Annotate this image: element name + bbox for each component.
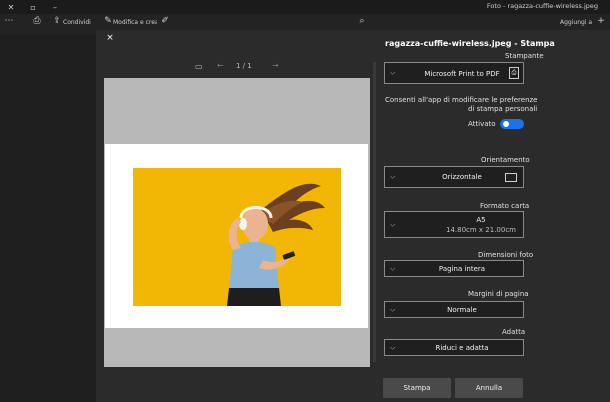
- add-to-label[interactable]: Aggiungi a: [560, 19, 592, 26]
- toggle-knob: [503, 121, 509, 127]
- zoom-icon[interactable]: ⌕: [355, 16, 369, 26]
- chevron-down-icon: ⌵: [390, 172, 396, 181]
- app-preferences-text-1: Consenti all'app di modificare le prefer…: [385, 96, 538, 104]
- paper-size-dimensions: 14.80cm x 21.00cm: [445, 226, 516, 234]
- fit-preview-icon[interactable]: ▭: [195, 62, 203, 71]
- preview-photo: [133, 168, 341, 306]
- photo-size-label: Dimensioni foto: [478, 251, 534, 259]
- printer-label: Stampante: [505, 52, 544, 60]
- photo-size-select[interactable]: ⌵ Pagina intera: [384, 260, 524, 277]
- restore-window-icon[interactable]: ▫: [22, 0, 44, 14]
- window-title: Foto - ragazza-cuffie-wireless.jpeg: [486, 2, 598, 10]
- edit-create-label[interactable]: Modifica e crea: [113, 19, 157, 26]
- minimize-window-icon[interactable]: –: [44, 0, 66, 14]
- preview-scrollbar[interactable]: [373, 62, 376, 362]
- more-options-icon[interactable]: ⋯: [2, 16, 16, 26]
- toggle-label: Attivato: [468, 120, 496, 128]
- print-button[interactable]: Stampa: [383, 378, 451, 398]
- share-label[interactable]: Condividi: [63, 19, 91, 26]
- page-counter: 1 / 1: [236, 62, 252, 70]
- paper-size-value: A5: [476, 216, 486, 224]
- printer-select[interactable]: ⌵ Microsoft Print to PDF ⎙: [384, 62, 524, 84]
- share-icon[interactable]: ⇪: [50, 16, 64, 26]
- printer-icon[interactable]: ⎙: [30, 16, 44, 26]
- printer-value: Microsoft Print to PDF: [424, 70, 500, 78]
- orientation-value: Orizzontale: [442, 173, 482, 181]
- photo-size-value: Pagina intera: [438, 265, 486, 273]
- panel-title: ragazza-cuffie-wireless.jpeg - Stampa: [385, 39, 555, 48]
- chevron-down-icon: ⌵: [390, 264, 396, 272]
- chevron-down-icon: ⌵: [390, 68, 396, 77]
- page-margins-select[interactable]: ⌵ Normale: [384, 301, 524, 318]
- page-margins-value: Normale: [447, 306, 477, 314]
- chevron-down-icon: ⌵: [390, 220, 396, 228]
- paper-size-select[interactable]: ⌵ A5 14.80cm x 21.00cm: [384, 211, 524, 238]
- landscape-icon: [505, 173, 517, 182]
- chevron-down-icon: ⌵: [390, 305, 396, 313]
- close-dialog-button[interactable]: ×: [100, 31, 120, 45]
- add-icon[interactable]: +: [594, 16, 608, 26]
- next-page-icon[interactable]: →: [272, 61, 279, 70]
- fit-label: Adatta: [502, 328, 526, 336]
- app-preferences-text-2: di stampa personali: [468, 105, 538, 113]
- orientation-select[interactable]: ⌵ Orizzontale: [384, 166, 524, 188]
- paper-size-label: Formato carta: [480, 202, 530, 210]
- draw-icon[interactable]: ✐: [158, 16, 172, 26]
- orientation-label: Orientamento: [481, 156, 530, 164]
- fit-select[interactable]: ⌵ Riduci e adatta: [384, 339, 524, 356]
- cancel-button[interactable]: Annulla: [455, 378, 523, 398]
- app-preferences-toggle[interactable]: [500, 119, 524, 129]
- close-icon: ×: [106, 33, 114, 43]
- close-window-icon[interactable]: ✕: [0, 0, 22, 14]
- printer-device-icon: ⎙: [509, 67, 519, 79]
- previous-page-icon[interactable]: ←: [217, 61, 224, 70]
- chevron-down-icon: ⌵: [390, 343, 396, 351]
- girl-with-headphones-image: [133, 168, 341, 306]
- page-margins-label: Margini di pagina: [468, 290, 529, 298]
- fit-value: Riduci e adatta: [435, 344, 489, 352]
